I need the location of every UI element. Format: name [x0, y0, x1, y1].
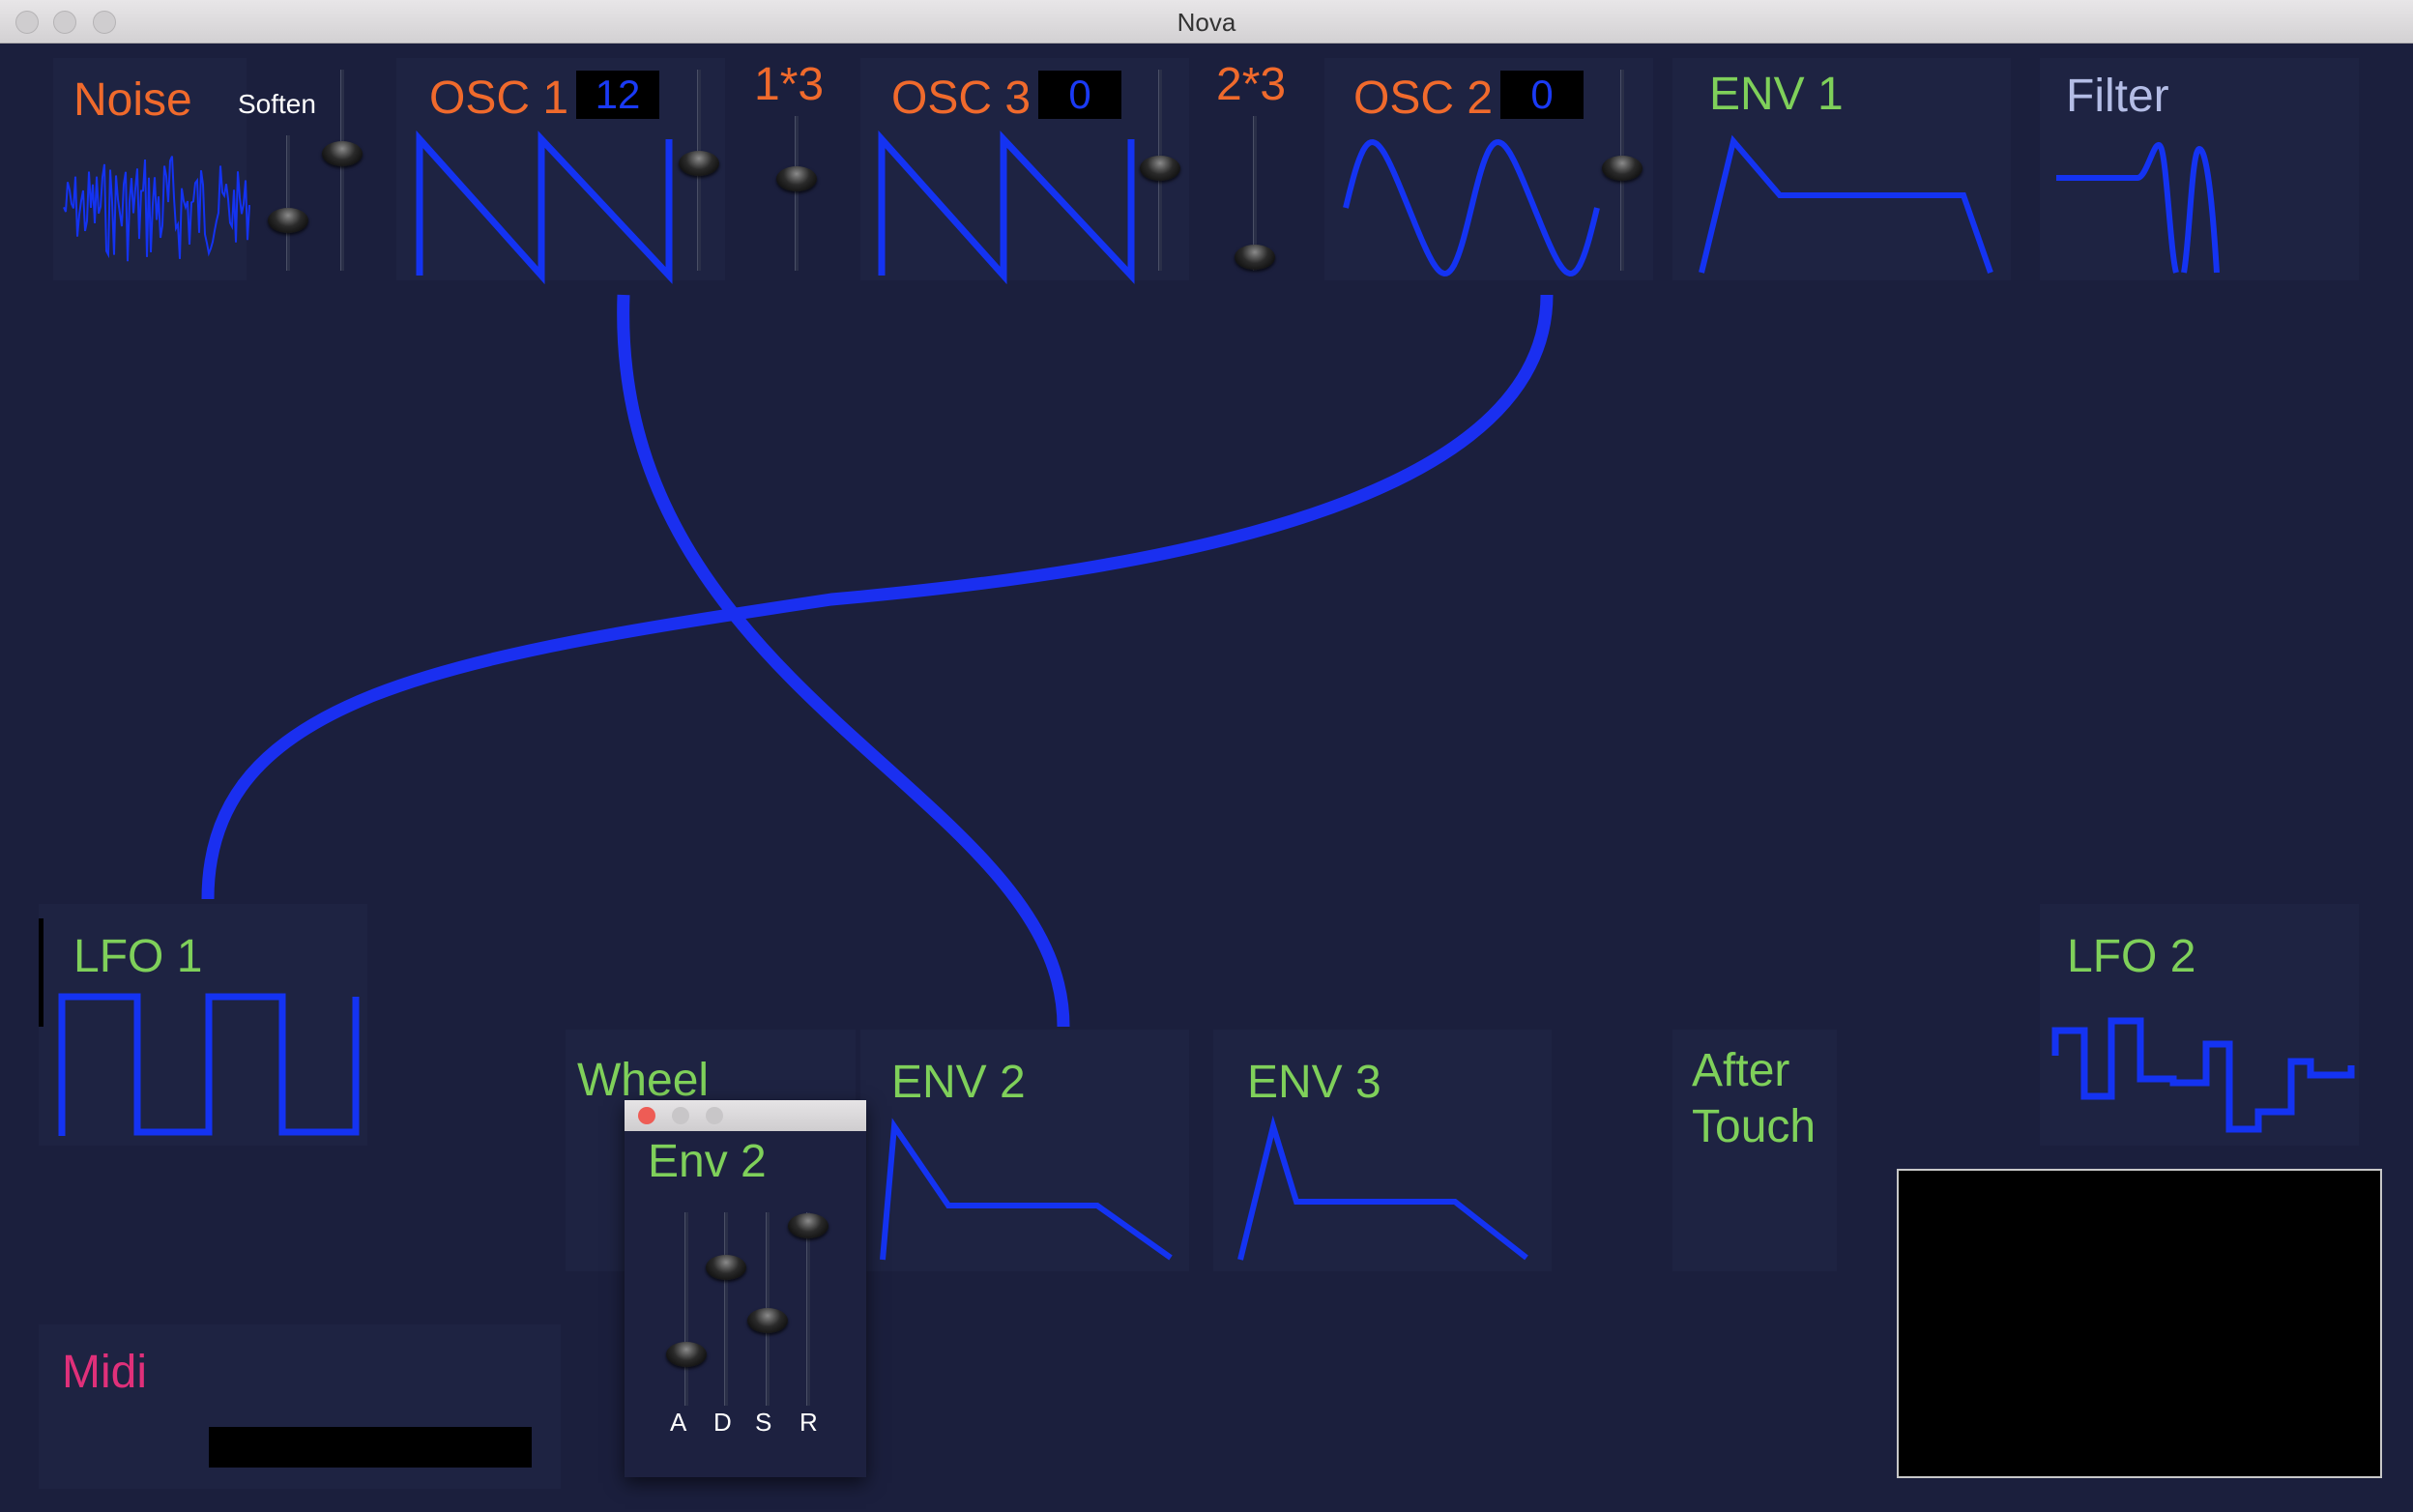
sustain-label: S [755, 1408, 772, 1437]
env2-editor-title-bar[interactable] [625, 1100, 866, 1131]
attack-knob[interactable] [666, 1342, 707, 1367]
decay-knob[interactable] [706, 1255, 746, 1280]
sustain-knob[interactable] [747, 1308, 788, 1333]
midi-activity-bar [209, 1427, 532, 1468]
lfo1-title: LFO 1 [73, 931, 203, 982]
env2-editor-zoom-button[interactable] [706, 1107, 723, 1124]
lfo1-square-waveform[interactable] [58, 991, 367, 1146]
env2-editor-minimize-button[interactable] [672, 1107, 689, 1124]
env2-editor-title: Env 2 [648, 1136, 767, 1187]
env2-editor-window: Env 2 A D S R [625, 1100, 866, 1477]
release-slider-track[interactable] [806, 1212, 810, 1406]
lfo2-sample-hold-waveform[interactable] [2050, 1015, 2359, 1141]
release-label: R [799, 1408, 818, 1437]
aftertouch-title-line1: After [1692, 1045, 1790, 1096]
env2-editor-close-button[interactable] [638, 1107, 655, 1124]
midi-title: Midi [62, 1347, 148, 1398]
lfo2-title: LFO 2 [2067, 931, 2196, 982]
xy-pad[interactable] [1897, 1169, 2382, 1478]
release-knob[interactable] [788, 1213, 829, 1238]
decay-slider-track[interactable] [724, 1212, 728, 1406]
attack-label: A [670, 1408, 687, 1437]
attack-slider-track[interactable] [684, 1212, 688, 1406]
env3-title: ENV 3 [1247, 1057, 1381, 1108]
lfo1-cursor-bar [39, 918, 44, 1027]
env3-envelope-graph[interactable] [1233, 1115, 1547, 1271]
env2-title: ENV 2 [891, 1057, 1026, 1108]
wheel-title: Wheel [577, 1055, 710, 1106]
env2-envelope-graph[interactable] [875, 1117, 1189, 1271]
decay-label: D [713, 1408, 732, 1437]
aftertouch-title-line2: Touch [1692, 1101, 1817, 1152]
nova-window: Nova Noise Soften OSC 1 12 1*3 OSC 3 0 2… [0, 0, 2413, 1512]
